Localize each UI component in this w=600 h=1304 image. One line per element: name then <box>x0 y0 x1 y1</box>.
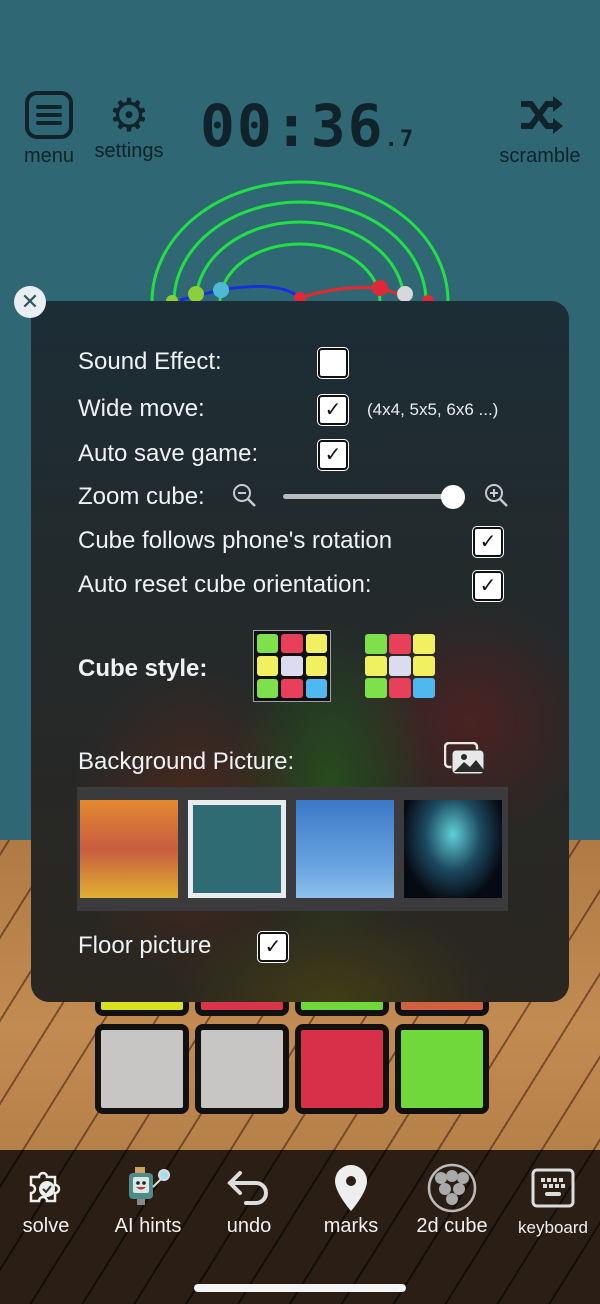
rotation-guides <box>150 180 450 307</box>
cube-sticker <box>295 1024 389 1114</box>
wide-move-label: Wide move: <box>78 395 205 422</box>
cube-style-sticker <box>257 656 279 676</box>
toolbar-2d-cube[interactable]: 2d cube <box>407 1163 497 1238</box>
floor-picture-checkbox[interactable]: ✓ <box>258 932 288 962</box>
toolbar-keyboard[interactable]: keyboard <box>508 1165 598 1238</box>
cube-style-sticker <box>389 656 411 676</box>
follow-rotation-label: Cube follows phone's rotation <box>78 527 393 554</box>
robot-icon <box>103 1165 193 1211</box>
zoom-out-icon[interactable] <box>232 483 258 515</box>
auto-reset-checkbox[interactable]: ✓ <box>473 571 503 601</box>
cube-style-sticker <box>281 656 303 676</box>
cube-style-sticker <box>365 678 387 698</box>
background-picture-label: Background Picture: <box>78 748 295 775</box>
menu-button[interactable]: menu <box>20 90 78 168</box>
path-red <box>299 285 411 300</box>
cube-style-sticker <box>281 678 303 698</box>
guide-arc <box>150 180 450 303</box>
timer-main: 00:36 <box>200 92 385 160</box>
toolbar-ai-hints[interactable]: AI hints <box>103 1165 193 1238</box>
undo-icon <box>204 1165 294 1211</box>
cube-style-sticker <box>389 634 411 654</box>
auto-reset-label: Auto reset cube orientation: <box>78 571 372 598</box>
bg-thumb-teal[interactable] <box>188 800 286 898</box>
marker-dot <box>397 286 413 302</box>
follow-rotation-checkbox[interactable]: ✓ <box>473 527 503 557</box>
cube-sticker <box>395 1024 489 1114</box>
cube-style-sticker <box>305 678 327 698</box>
solve-label: solve <box>22 1215 70 1237</box>
menu-icon <box>25 91 73 139</box>
zoom-slider-thumb[interactable] <box>441 485 465 509</box>
settings-button[interactable]: ⚙ settings <box>88 90 170 163</box>
cube-style-sticker <box>365 634 387 654</box>
sound-effect-label: Sound Effect: <box>78 348 222 375</box>
puzzle-check-icon <box>1 1165 91 1211</box>
scramble-button[interactable]: scramble <box>492 90 588 168</box>
bg-thumb-sunset[interactable] <box>80 800 178 898</box>
cube-style-sticker <box>305 634 327 654</box>
cube-style-sticker <box>413 634 435 654</box>
bg-thumb-sky[interactable] <box>296 800 394 898</box>
auto-save-checkbox[interactable]: ✓ <box>318 440 348 470</box>
scramble-label: scramble <box>499 145 581 167</box>
cube-style-sticker <box>257 634 279 654</box>
shuffle-icon <box>521 96 563 134</box>
floor-picture-label: Floor picture <box>78 932 212 959</box>
cube-net-icon <box>407 1163 497 1213</box>
cube-style-sticker <box>257 678 279 698</box>
cube-sticker <box>95 1024 189 1114</box>
marker-dot <box>213 282 229 298</box>
cube-style-sticker <box>413 678 435 698</box>
photo-gallery-icon[interactable] <box>443 741 486 781</box>
menu-label: menu <box>23 145 75 167</box>
guide-arc <box>172 200 428 303</box>
marker-dot <box>188 286 204 302</box>
cube-row-bottom <box>95 1024 489 1114</box>
wide-move-checkbox[interactable]: ✓ <box>318 395 348 425</box>
marks-label: marks <box>323 1215 379 1237</box>
timer-fraction: .7 <box>384 127 416 152</box>
sound-effect-checkbox[interactable] <box>318 348 348 378</box>
toolbar-undo[interactable]: undo <box>204 1165 294 1238</box>
cube-style-sticker <box>389 678 411 698</box>
cube-style-sticker <box>413 656 435 676</box>
bg-thumb-night[interactable] <box>404 800 502 898</box>
cube-style-sticker <box>365 656 387 676</box>
undo-label: undo <box>226 1215 272 1237</box>
zoom-in-icon[interactable] <box>484 483 510 515</box>
map-pin-icon <box>306 1165 396 1211</box>
keyboard-label: keyboard <box>518 1218 588 1237</box>
marker-dot <box>372 280 388 296</box>
zoom-slider-track[interactable] <box>283 494 453 499</box>
cube-style-sticker <box>305 656 327 676</box>
toolbar-solve[interactable]: solve <box>1 1165 91 1238</box>
cube-style-stickerless[interactable] <box>362 631 438 701</box>
home-indicator[interactable] <box>194 1284 406 1292</box>
gear-icon: ⚙ <box>108 89 150 141</box>
auto-save-label: Auto save game: <box>78 440 259 467</box>
cube-style-label: Cube style: <box>78 655 208 682</box>
ai-hints-label: AI hints <box>114 1215 182 1237</box>
cube-sticker <box>195 1024 289 1114</box>
cube-style-sticker <box>281 634 303 654</box>
cube-style-classic[interactable] <box>253 630 331 702</box>
close-button[interactable]: ✕ <box>14 286 46 318</box>
zoom-cube-label: Zoom cube: <box>78 483 205 510</box>
wide-move-note: (4x4, 5x5, 6x6 ...) <box>367 400 499 419</box>
2d-cube-label: 2d cube <box>416 1215 488 1237</box>
timer: 00:36.7 <box>200 92 415 160</box>
toolbar-marks[interactable]: marks <box>306 1165 396 1238</box>
settings-label: settings <box>94 140 164 162</box>
keyboard-icon <box>508 1165 598 1211</box>
